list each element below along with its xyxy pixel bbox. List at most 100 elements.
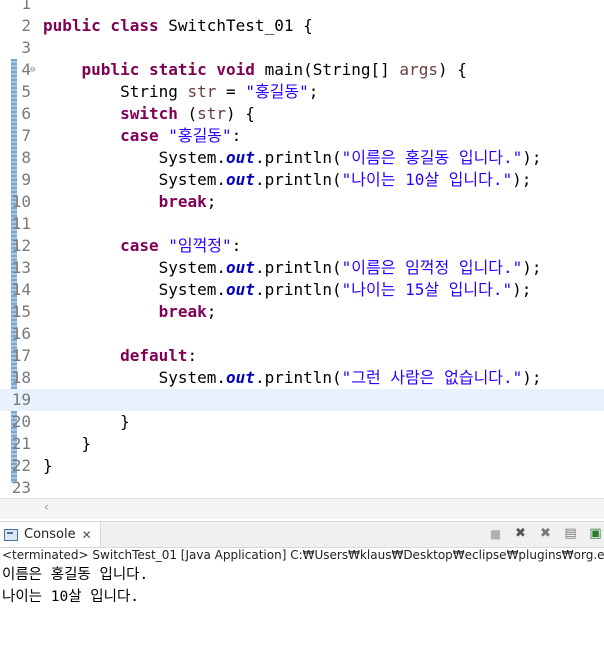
code-line[interactable]: 15 break;	[0, 301, 604, 323]
code-line[interactable]: 12 case "임꺽정":	[0, 235, 604, 257]
close-icon[interactable]: ✕	[82, 528, 92, 542]
code-token: =	[216, 82, 246, 101]
code-line[interactable]: 4 ⊖ public static void main(String[] args…	[0, 59, 604, 81]
code-token: break	[158, 302, 207, 321]
code-line[interactable]: 22}	[0, 455, 604, 477]
line-number: 16	[11, 324, 31, 343]
code-line[interactable]: 3	[0, 37, 604, 59]
scroll-lock-icon[interactable]: ▣	[587, 525, 604, 542]
code-line[interactable]: 17 default:	[0, 345, 604, 367]
line-number: 12	[11, 236, 31, 255]
code-token: .println(	[254, 258, 342, 277]
line-number: 19	[11, 390, 31, 409]
code-text: break;	[43, 191, 217, 213]
console-tab[interactable]: Console ✕	[0, 522, 101, 547]
code-line[interactable]: 23	[0, 477, 604, 498]
code-line[interactable]: 13 System.out.println("이름은 임꺽정 입니다.");	[0, 257, 604, 279]
line-number: 8	[21, 148, 31, 167]
code-line[interactable]: 9 System.out.println("나이는 10살 입니다.");	[0, 169, 604, 191]
terminate-icon[interactable]: ■	[487, 525, 504, 542]
code-token: }	[43, 434, 92, 453]
code-token: }	[43, 456, 53, 475]
code-token: );	[522, 258, 542, 277]
code-text: public static void main(String[] args) {	[43, 59, 467, 81]
clear-console-icon[interactable]: ▤	[562, 525, 579, 542]
code-line[interactable]: 11	[0, 213, 604, 235]
code-line[interactable]: 8 System.out.println("이름은 홍길동 입니다.");	[0, 147, 604, 169]
code-token: break	[158, 192, 207, 211]
code-token: "이름은 홍길동 입니다."	[341, 148, 523, 167]
code-token: public static void	[81, 60, 265, 79]
line-number: 10	[11, 192, 31, 211]
console-output-line: 나이는 10살 입니다.	[2, 589, 140, 605]
code-token: );	[522, 368, 542, 387]
console-toolbar: ■ ✖ ✖ ▤ ▣	[487, 525, 604, 542]
code-token: System.	[43, 170, 227, 189]
code-text: public class SwitchTest_01 {	[43, 15, 313, 37]
code-line[interactable]: 5 String str = "홍길동";	[0, 81, 604, 103]
code-token: public class	[43, 16, 169, 35]
code-token: :	[231, 236, 242, 255]
horizontal-scrollbar[interactable]: ‹	[0, 498, 604, 519]
console-tab-label: Console	[24, 527, 76, 542]
scroll-left-icon[interactable]: ‹	[44, 500, 49, 514]
code-text: System.out.println("나이는 15살 입니다.");	[43, 279, 532, 301]
line-number: 6	[21, 104, 31, 123]
code-token: .println(	[254, 280, 342, 299]
code-token: case	[120, 126, 159, 145]
code-token: :	[231, 126, 242, 145]
code-token: out	[226, 368, 255, 387]
code-token: out	[226, 148, 255, 167]
code-line[interactable]: 2 public class SwitchTest_01 {	[0, 15, 604, 37]
line-number: 4	[21, 60, 31, 79]
code-token: default	[120, 346, 188, 365]
remove-launch-icon[interactable]: ✖	[512, 525, 529, 542]
code-line[interactable]: 19	[0, 389, 604, 411]
code-token: case	[120, 236, 159, 255]
code-text: System.out.println("나이는 10살 입니다.");	[43, 169, 532, 191]
code-line[interactable]: 20 }	[0, 411, 604, 433]
code-token: ) {	[226, 104, 255, 123]
code-token: "나이는 10살 입니다."	[341, 170, 513, 189]
code-line[interactable]: 21 }	[0, 433, 604, 455]
code-token: out	[226, 170, 255, 189]
line-number: 23	[11, 478, 31, 497]
code-token: out	[226, 258, 255, 277]
code-token: .println(	[254, 148, 342, 167]
line-number: 3	[21, 38, 31, 57]
line-number: 22	[11, 456, 31, 475]
code-token: "홍길동"	[245, 82, 309, 101]
code-line[interactable]: 14 System.out.println("나이는 15살 입니다.");	[0, 279, 604, 301]
code-token: "홍길동"	[168, 126, 232, 145]
code-text: switch (str) {	[43, 103, 255, 125]
line-number: 1	[21, 0, 31, 13]
code-line[interactable]: 18 System.out.println("그런 사람은 없습니다.");	[0, 367, 604, 389]
code-token: switch	[120, 104, 178, 123]
code-token: out	[226, 280, 255, 299]
line-number: 20	[11, 412, 31, 431]
remove-all-terminated-icon[interactable]: ✖	[537, 525, 554, 542]
fold-collapse-icon[interactable]: ⊖	[30, 65, 35, 75]
code-line[interactable]: 7 case "홍길동":	[0, 125, 604, 147]
code-editor[interactable]: 1 2 public class SwitchTest_01 {3 4 ⊖ public…	[0, 0, 604, 498]
line-number: 15	[11, 302, 31, 321]
code-token: "이름은 임꺽정 입니다."	[341, 258, 523, 277]
line-number: 2	[21, 16, 31, 35]
code-line[interactable]: 10 break;	[0, 191, 604, 213]
console-icon	[4, 528, 18, 541]
code-line[interactable]: 1	[0, 0, 604, 15]
code-token: SwitchTest_01 {	[168, 16, 313, 35]
code-token: System.	[43, 280, 227, 299]
code-line[interactable]: 6 switch (str) {	[0, 103, 604, 125]
code-text: System.out.println("이름은 홍길동 입니다.");	[43, 147, 542, 169]
code-line[interactable]: 16	[0, 323, 604, 345]
code-token: ;	[206, 302, 217, 321]
